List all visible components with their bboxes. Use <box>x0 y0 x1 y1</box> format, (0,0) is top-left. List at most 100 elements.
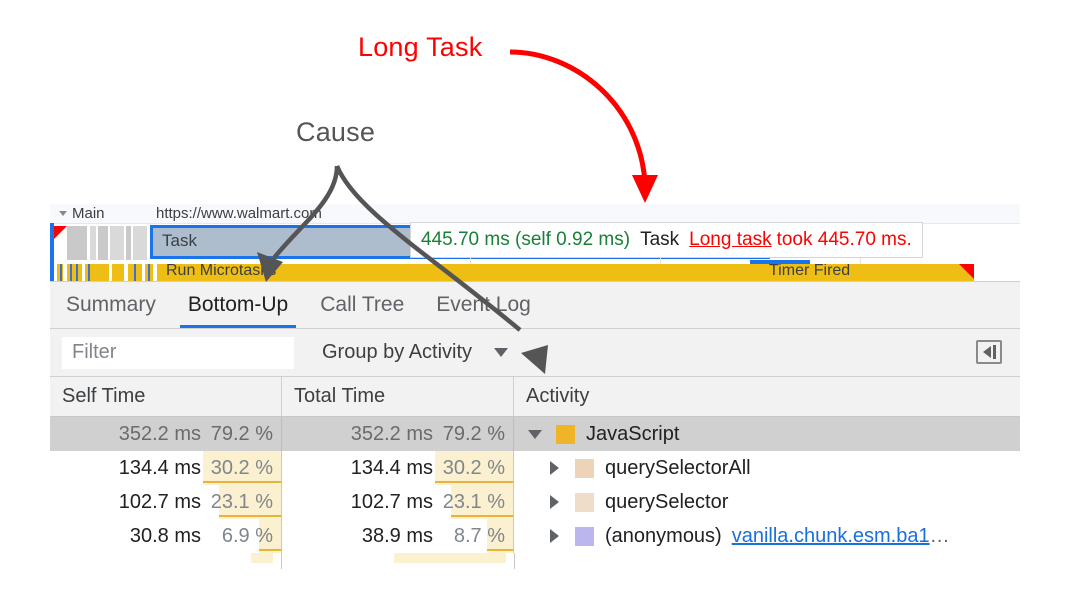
screenshot-root: Main https://www.walmart.com Task Run Mi… <box>0 0 1080 607</box>
flame-band <box>133 226 147 260</box>
long-task-marker-icon <box>959 264 974 279</box>
self-time-value: 30.8 ms <box>129 524 201 547</box>
activity-name: JavaScript <box>586 422 680 445</box>
tooltip-long-task-link[interactable]: Long task <box>689 229 771 251</box>
results-table-body: 352.2 ms 79.2 % 352.2 ms 79.2 % JavaScri… <box>50 417 1020 569</box>
column-header-activity[interactable]: Activity <box>514 377 1020 416</box>
cell-activity: querySelectorAll <box>514 451 1020 485</box>
self-time-percent-bar: 6.9 % <box>203 519 281 553</box>
self-time-percent-bar: 23.1 % <box>203 485 281 519</box>
group-by-dropdown[interactable]: Group by Activity <box>322 341 509 364</box>
selected-task-label: Task <box>162 231 197 250</box>
self-time-percent-bar: 79.2 % <box>203 417 281 451</box>
activity-name: querySelectorAll <box>605 456 751 479</box>
detail-toolbar: Group by Activity <box>50 329 1020 377</box>
total-time-percent-bar: 8.7 % <box>435 519 513 553</box>
cell-activity: JavaScript <box>514 417 1020 451</box>
activity-name: querySelector <box>605 490 729 513</box>
tooltip-event-name: Task <box>640 229 680 250</box>
column-header-self-time[interactable]: Self Time <box>50 377 282 416</box>
triangle-right-icon[interactable] <box>550 529 559 543</box>
source-file-link[interactable]: vanilla.chunk.esm.ba1 <box>732 525 930 548</box>
event-tooltip: 445.70 ms (self 0.92 ms) Task Long task … <box>410 222 923 258</box>
scripting-track-end <box>974 264 1020 281</box>
cell-activity: (anonymous) vanilla.chunk.esm.ba1 … <box>514 519 1020 553</box>
activity-color-swatch <box>575 458 594 478</box>
sidebar-bar-icon <box>992 345 996 359</box>
flame-track-url: https://www.walmart.com <box>156 205 322 222</box>
cell-self-time: 352.2 ms 79.2 % <box>50 417 282 451</box>
detail-tabs[interactable]: Summary Bottom-Up Call Tree Event Log <box>50 282 1020 329</box>
total-time-value: 134.4 ms <box>350 456 433 479</box>
total-time-value: 38.9 ms <box>361 524 433 547</box>
self-time-percent: 79.2 % <box>210 422 273 445</box>
table-row[interactable]: 352.2 ms 79.2 % 352.2 ms 79.2 % JavaScri… <box>50 417 1020 451</box>
triangle-down-icon[interactable] <box>528 429 542 439</box>
timer-fired-label: Timer Fired <box>769 264 851 279</box>
tab-summary[interactable]: Summary <box>50 282 172 328</box>
self-time-percent: 23.1 % <box>210 490 273 513</box>
cell-total-time: 38.9 ms 8.7 % <box>282 519 514 553</box>
long-task-marker-icon <box>54 226 67 239</box>
filter-input[interactable] <box>62 336 294 369</box>
tab-event-log[interactable]: Event Log <box>420 282 547 328</box>
group-by-label: Group by Activity <box>322 341 473 363</box>
collapse-sidebar-button[interactable] <box>976 340 1002 364</box>
table-row[interactable]: 102.7 ms 23.1 % 102.7 ms 23.1 % querySel… <box>50 485 1020 519</box>
flame-track-label: Main <box>72 205 105 222</box>
triangle-left-icon <box>982 346 991 358</box>
table-row-partial[interactable] <box>50 553 1020 569</box>
total-time-percent-bar: 23.1 % <box>435 485 513 519</box>
scripting-track-row[interactable]: Run Microtasks Timer Fired <box>54 264 1020 281</box>
table-row[interactable]: 30.8 ms 6.9 % 38.9 ms 8.7 % (anonymous) … <box>50 519 1020 553</box>
total-time-percent: 8.7 % <box>453 524 505 547</box>
flame-band <box>90 226 96 260</box>
self-time-percent: 30.2 % <box>210 456 273 479</box>
flame-band <box>98 226 108 260</box>
cell-self-time: 134.4 ms 30.2 % <box>50 451 282 485</box>
annotation-cause-label: Cause <box>296 117 376 147</box>
flame-chart[interactable]: Main https://www.walmart.com Task Run Mi… <box>50 204 1020 282</box>
self-time-value: 102.7 ms <box>118 490 201 513</box>
total-time-percent: 79.2 % <box>442 422 505 445</box>
tab-call-tree[interactable]: Call Tree <box>304 282 420 328</box>
results-table-header: Self Time Total Time Activity <box>50 377 1020 417</box>
flame-band <box>126 226 131 260</box>
self-time-value: 134.4 ms <box>118 456 201 479</box>
cell-total-time: 102.7 ms 23.1 % <box>282 485 514 519</box>
tab-bottom-up[interactable]: Bottom-Up <box>172 282 304 328</box>
table-row[interactable]: 134.4 ms 30.2 % 134.4 ms 30.2 % querySel… <box>50 451 1020 485</box>
long-task-arrow-path <box>509 49 648 184</box>
triangle-right-icon[interactable] <box>550 495 559 509</box>
cell-self-time: 30.8 ms 6.9 % <box>50 519 282 553</box>
source-file-ellipsis: … <box>929 524 950 547</box>
cell-total-time: 352.2 ms 79.2 % <box>282 417 514 451</box>
total-time-percent: 30.2 % <box>442 456 505 479</box>
microtasks-label: Run Microtasks <box>166 264 277 279</box>
long-task-arrow-head <box>632 175 658 203</box>
tooltip-duration: 445.70 ms (self 0.92 ms) <box>421 229 631 250</box>
annotation-long-task-label: Long Task <box>358 32 483 62</box>
activity-color-swatch <box>575 492 594 512</box>
flame-chart-track-header[interactable]: Main https://www.walmart.com <box>50 204 1020 224</box>
column-header-total-time[interactable]: Total Time <box>282 377 514 416</box>
self-time-percent-bar: 30.2 % <box>203 451 281 485</box>
tooltip-warning-text: took 445.70 ms. <box>776 229 912 250</box>
total-time-value: 352.2 ms <box>350 422 433 445</box>
total-time-percent-bar: 30.2 % <box>435 451 513 485</box>
flame-band <box>110 226 124 260</box>
cell-self-time: 102.7 ms 23.1 % <box>50 485 282 519</box>
triangle-right-icon[interactable] <box>550 461 559 475</box>
activity-color-swatch <box>575 526 594 546</box>
self-time-percent: 6.9 % <box>221 524 273 547</box>
activity-color-swatch <box>556 424 575 444</box>
self-time-value: 352.2 ms <box>118 422 201 445</box>
cell-activity: querySelector <box>514 485 1020 519</box>
total-time-percent-bar: 79.2 % <box>435 417 513 451</box>
triangle-down-icon[interactable] <box>59 211 67 216</box>
cell-total-time: 134.4 ms 30.2 % <box>282 451 514 485</box>
activity-name: (anonymous) <box>605 524 722 547</box>
devtools-performance-panel: Main https://www.walmart.com Task Run Mi… <box>50 204 1020 607</box>
chevron-down-icon <box>494 348 509 357</box>
total-time-percent: 23.1 % <box>442 490 505 513</box>
